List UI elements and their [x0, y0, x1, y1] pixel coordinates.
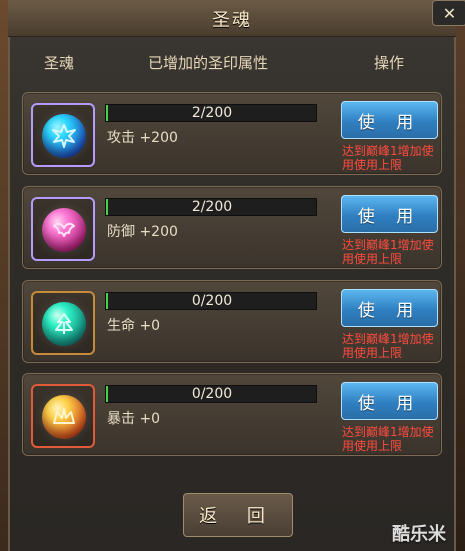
limit-note: 达到巅峰1增加使用使用上限 [342, 425, 434, 453]
progress-text: 2/200 [191, 199, 233, 215]
soul-icon-frame[interactable] [31, 103, 95, 167]
limit-note: 达到巅峰1增加使用使用上限 [342, 238, 434, 266]
title-bar: 圣魂 [8, 0, 456, 37]
close-icon: ✕ [442, 3, 457, 23]
header-operation: 操作 [374, 54, 405, 72]
use-button[interactable]: 使 用 [341, 101, 438, 139]
panel-title: 圣魂 [212, 10, 252, 31]
watermark-text: 酷乐米 [392, 524, 446, 545]
soul-orb [42, 302, 86, 346]
table-header: 圣魂 已增加的圣印属性 操作 [8, 48, 456, 74]
progress-bar: 2/200 [105, 198, 317, 216]
soul-item-row: 2/200 攻击 +200 使 用 达到巅峰1增加使用使用上限 [22, 92, 442, 175]
attribute-text: 生命 +0 [107, 318, 161, 334]
back-button[interactable]: 返 回 [183, 493, 293, 537]
soul-item-row: 0/200 暴击 +0 使 用 达到巅峰1增加使用使用上限 [22, 373, 442, 456]
limit-note: 达到巅峰1增加使用使用上限 [342, 332, 434, 360]
limit-note: 达到巅峰1增加使用使用上限 [342, 144, 434, 172]
wing-rune-icon [53, 222, 75, 237]
soul-orb [42, 208, 86, 252]
progress-text: 0/200 [191, 293, 233, 309]
use-button[interactable]: 使 用 [341, 289, 438, 327]
progress-bar: 0/200 [105, 385, 317, 403]
leaf-rune-icon [55, 313, 73, 334]
soul-item-row: 2/200 防御 +200 使 用 达到巅峰1增加使用使用上限 [22, 186, 442, 269]
progress-text: 2/200 [191, 105, 233, 121]
attribute-text: 防御 +200 [107, 224, 178, 240]
soul-icon-frame[interactable] [31, 384, 95, 448]
soul-orb [42, 114, 86, 158]
saint-soul-panel [8, 0, 456, 551]
attribute-text: 暴击 +0 [107, 411, 161, 427]
use-button[interactable]: 使 用 [341, 195, 438, 233]
soul-item-row: 0/200 生命 +0 使 用 达到巅峰1增加使用使用上限 [22, 280, 442, 363]
progress-text: 0/200 [191, 386, 233, 402]
wing-rune-icon [52, 124, 76, 148]
soul-icon-frame[interactable] [31, 197, 95, 261]
attribute-text: 攻击 +200 [107, 130, 178, 146]
header-added-attributes: 已增加的圣印属性 [148, 54, 269, 72]
header-soul: 圣魂 [44, 54, 75, 72]
soul-icon-frame[interactable] [31, 291, 95, 355]
crown-rune-icon [53, 408, 75, 424]
soul-orb [42, 395, 86, 439]
use-button[interactable]: 使 用 [341, 382, 438, 420]
progress-bar: 0/200 [105, 292, 317, 310]
progress-bar: 2/200 [105, 104, 317, 122]
close-button[interactable]: ✕ [432, 0, 465, 26]
